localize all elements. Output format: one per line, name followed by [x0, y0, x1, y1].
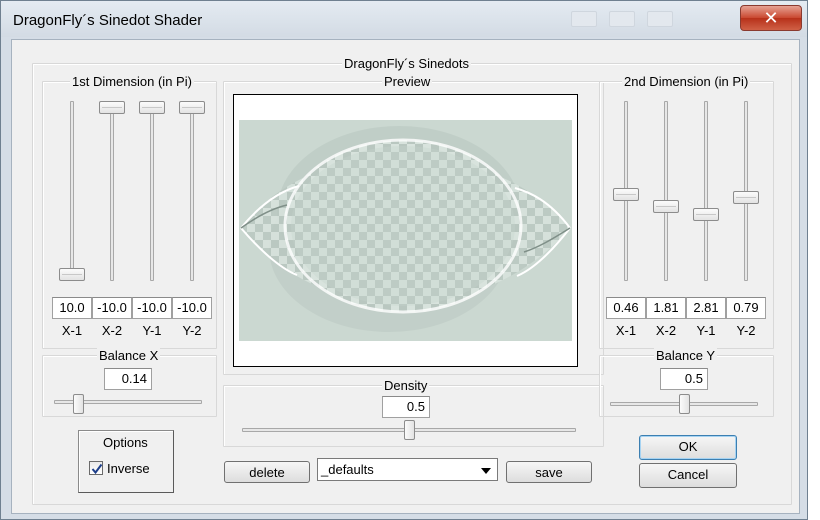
ok-button[interactable]: OK: [639, 435, 737, 460]
slider-thumb-x-2[interactable]: [99, 101, 125, 114]
balance-y-field[interactable]: 0.5: [660, 368, 708, 390]
close-button[interactable]: ✕: [740, 5, 802, 31]
dim1-group-title: 1st Dimension (in Pi): [70, 74, 194, 89]
slider-track-y-1[interactable]: [704, 101, 708, 281]
preset-dropdown[interactable]: _defaults: [317, 458, 498, 481]
slider-value-y-1[interactable]: 2.81: [686, 297, 726, 319]
sinedots-group-title: DragonFly´s Sinedots: [342, 56, 471, 71]
slider-value-x-1[interactable]: 0.46: [606, 297, 646, 319]
slider-value-x-2[interactable]: 1.81: [646, 297, 686, 319]
density-thumb[interactable]: [403, 420, 415, 440]
preview-frame: [233, 94, 578, 367]
slider-label-y-1: Y-1: [696, 323, 716, 338]
maximize-button[interactable]: [647, 11, 673, 27]
balance-y-thumb[interactable]: [678, 394, 690, 414]
options-title: Options: [103, 435, 148, 450]
balance-x-title: Balance X: [97, 348, 161, 363]
inverse-checkbox[interactable]: [89, 461, 103, 475]
slider-label-x-1: X-1: [61, 323, 83, 338]
slider-value-y-1[interactable]: -10.0: [132, 297, 172, 319]
preset-dropdown-value: _defaults: [321, 462, 374, 477]
slider-label-x-2: X-2: [101, 323, 123, 338]
balance-x-field[interactable]: 0.14: [104, 368, 152, 390]
slider-thumb-x-2[interactable]: [653, 199, 679, 213]
slider-track-x-1[interactable]: [70, 101, 74, 281]
slider-track-y-1[interactable]: [150, 101, 154, 281]
slider-label-y-1: Y-1: [142, 323, 162, 338]
slider-track-y-2[interactable]: [190, 101, 194, 281]
slider-label-y-2: Y-2: [736, 323, 756, 338]
restore-button[interactable]: [609, 11, 635, 27]
slider-label-x-1: X-1: [615, 323, 637, 338]
slider-thumb-y-2[interactable]: [179, 101, 205, 114]
window-title: DragonFly´s Sinedot Shader: [13, 12, 203, 29]
slider-thumb-x-1[interactable]: [59, 268, 85, 281]
density-title: Density: [382, 378, 430, 393]
delete-preset-button[interactable]: delete: [224, 461, 310, 483]
slider-thumb-y-1[interactable]: [693, 207, 719, 221]
dialog-client-area: DragonFly´s Sinedots 1st Dimension (in P…: [11, 39, 800, 514]
slider-value-y-2[interactable]: 0.79: [726, 297, 766, 319]
slider-thumb-y-1[interactable]: [139, 101, 165, 114]
preview-image: [239, 120, 572, 341]
cancel-button[interactable]: Cancel: [639, 463, 737, 488]
balance-y-title: Balance Y: [654, 348, 718, 363]
close-icon: ✕: [763, 8, 779, 28]
chevron-down-icon: [481, 468, 491, 474]
save-preset-button[interactable]: save: [506, 461, 592, 483]
preview-label: Preview: [382, 74, 433, 89]
dialog-window: DragonFly´s Sinedot Shader ✕ DragonFly´s…: [0, 0, 808, 520]
slider-value-x-1[interactable]: 10.0: [52, 297, 92, 319]
slider-label-y-2: Y-2: [182, 323, 202, 338]
slider-track-x-2[interactable]: [110, 101, 114, 281]
minimize-button[interactable]: [571, 11, 597, 27]
dim2-group-title: 2nd Dimension (in Pi): [622, 74, 751, 89]
slider-thumb-x-1[interactable]: [613, 188, 639, 202]
balance-x-thumb[interactable]: [73, 394, 85, 414]
title-bar[interactable]: DragonFly´s Sinedot Shader ✕: [1, 1, 807, 37]
slider-value-y-2[interactable]: -10.0: [172, 297, 212, 319]
slider-thumb-y-2[interactable]: [733, 191, 759, 205]
density-field[interactable]: 0.5: [382, 396, 430, 418]
checkmark-icon: [91, 463, 103, 475]
slider-value-x-2[interactable]: -10.0: [92, 297, 132, 319]
slider-track-x-2[interactable]: [664, 101, 668, 281]
inverse-label[interactable]: Inverse: [107, 461, 150, 476]
slider-label-x-2: X-2: [655, 323, 677, 338]
